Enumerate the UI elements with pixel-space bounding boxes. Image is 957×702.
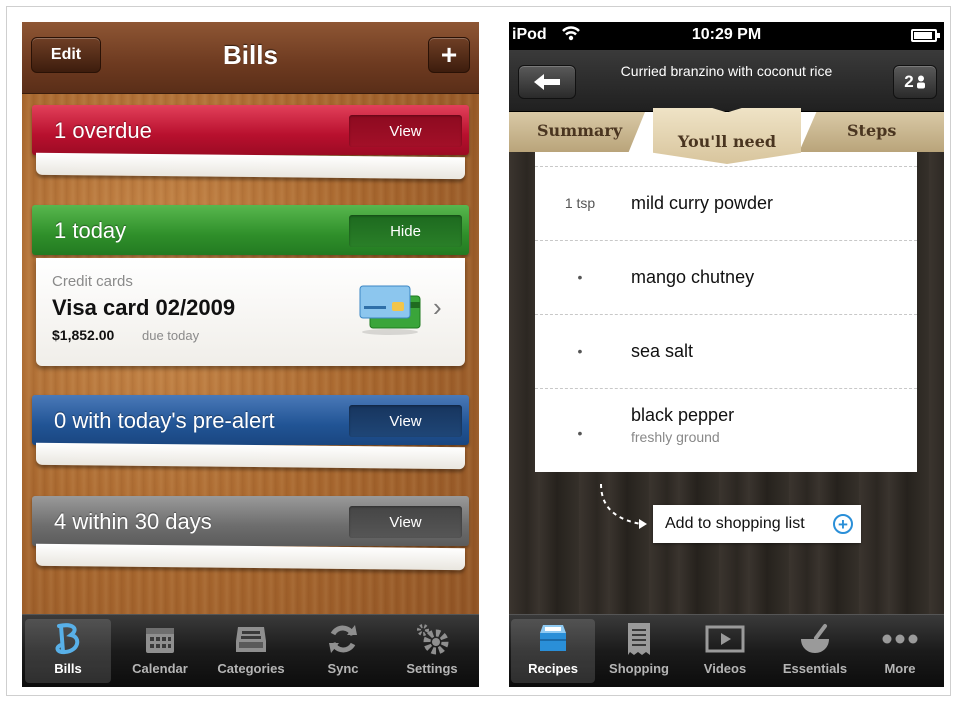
tab-calendar-label: Calendar — [132, 661, 188, 676]
status-time: 10:29 PM — [691, 26, 762, 43]
ingredient-name: mango chutney — [631, 267, 755, 287]
tab-essentials[interactable]: Essentials — [773, 619, 857, 683]
add-circle-icon: + — [833, 514, 853, 534]
bills-tab-bar: Bills Calendar Categories Sync Settings — [22, 614, 479, 687]
inbox-icon — [208, 619, 294, 659]
list-item[interactable]: • black pepper freshly ground — [535, 389, 917, 463]
list-item[interactable]: • sea salt — [535, 315, 917, 389]
30days-view-button[interactable]: View — [349, 506, 462, 538]
battery-icon — [911, 29, 940, 42]
bill-name: Visa card 02/2009 — [52, 295, 236, 320]
list-item[interactable]: • mango chutney — [535, 241, 917, 315]
tab-sync-label: Sync — [327, 661, 359, 676]
add-bill-button[interactable]: + — [428, 37, 470, 73]
credit-cards-icon — [359, 285, 421, 335]
section-prealert-paper — [36, 442, 465, 470]
ingredients-list: 1 tsp mild curry powder • mango chutney … — [535, 112, 917, 472]
tab-sync[interactable]: Sync — [300, 619, 386, 683]
today-hide-button[interactable]: Hide — [349, 215, 462, 247]
bill-amount: $1,852.00 — [52, 327, 115, 343]
back-button[interactable] — [518, 65, 576, 99]
add-to-shopping-list-label: Add to shopping list — [665, 515, 805, 532]
bills-icon — [25, 619, 111, 659]
tab-shopping-label: Shopping — [609, 661, 669, 676]
add-to-shopping-list-button[interactable]: Add to shopping list + — [653, 505, 861, 543]
list-item[interactable]: 1 tsp mild curry powder — [535, 167, 917, 241]
dashed-arrow-icon — [600, 483, 647, 529]
ingredient-note: freshly ground — [631, 429, 720, 445]
section-30days: 4 within 30 days View — [32, 496, 469, 546]
person-icon — [916, 75, 925, 89]
recipe-title: Curried branzino with coconut rice — [620, 63, 833, 79]
recipes-icon — [511, 619, 595, 659]
recipe-tabs: Summary Steps You'll need — [509, 108, 944, 164]
tab-bills[interactable]: Bills — [25, 619, 111, 683]
bill-row[interactable]: Credit cards Visa card 02/2009 $1,852.00… — [36, 258, 465, 366]
section-overdue: 1 overdue View — [32, 105, 469, 155]
ingredient-quantity: • — [577, 343, 583, 359]
section-prealert-label: 0 with today's pre-alert — [54, 408, 275, 433]
section-today-label: 1 today — [54, 218, 127, 243]
tab-more[interactable]: More — [858, 619, 942, 683]
ingredient-quantity: • — [577, 269, 583, 285]
ingredient-name: mild curry powder — [631, 193, 774, 213]
ingredient-quantity: • — [577, 425, 583, 441]
tab-videos-label: Videos — [703, 661, 747, 676]
recipe-tab-bar: Recipes Shopping Videos Essentials More — [509, 614, 944, 687]
servings-button[interactable]: 2 — [893, 65, 937, 99]
ingredient-name: black pepper — [631, 405, 735, 425]
calendar-icon — [117, 619, 203, 659]
bills-nav-bar: Edit Bills + — [22, 22, 479, 94]
tab-summary[interactable]: Summary — [509, 112, 645, 152]
more-icon — [858, 619, 942, 659]
page-title: Bills — [223, 40, 278, 70]
overdue-view-button[interactable]: View — [349, 115, 462, 147]
section-overdue-paper — [36, 152, 465, 180]
tab-settings[interactable]: Settings — [389, 619, 475, 683]
tab-shopping[interactable]: Shopping — [597, 619, 681, 683]
chevron-right-icon: › — [433, 292, 442, 322]
mortar-pestle-icon — [773, 619, 857, 659]
bill-due-status: due today — [142, 328, 200, 343]
bill-category: Credit cards — [52, 273, 133, 290]
tab-recipes-label: Recipes — [528, 661, 578, 676]
section-30days-paper — [36, 543, 465, 571]
video-icon — [683, 619, 767, 659]
gear-icon — [389, 619, 475, 659]
section-30days-label: 4 within 30 days — [54, 509, 212, 534]
tab-categories[interactable]: Categories — [208, 619, 294, 683]
bills-app-screen: Edit Bills + 1 overdue View 1 today Hide… — [22, 22, 479, 687]
status-bar: iPod 10:29 PM — [509, 22, 944, 50]
tab-more-label: More — [884, 661, 916, 676]
sync-icon — [300, 619, 386, 659]
receipt-icon — [597, 619, 681, 659]
tab-calendar[interactable]: Calendar — [117, 619, 203, 683]
servings-count: 2 — [904, 72, 914, 91]
tab-settings-label: Settings — [406, 661, 458, 676]
section-overdue-label: 1 overdue — [54, 118, 152, 143]
recipe-app-screen: iPod 10:29 PM Curried branzino with coco… — [509, 22, 944, 687]
ingredient-quantity: 1 tsp — [564, 195, 596, 211]
section-today: 1 today Hide — [32, 205, 469, 255]
tab-videos[interactable]: Videos — [683, 619, 767, 683]
back-arrow-icon — [534, 74, 560, 90]
tab-recipes[interactable]: Recipes — [511, 619, 595, 683]
tab-bills-label: Bills — [54, 661, 82, 676]
ingredient-name: sea salt — [631, 341, 694, 361]
tab-steps[interactable]: Steps — [799, 112, 944, 152]
prealert-view-button[interactable]: View — [349, 405, 462, 437]
section-prealert: 0 with today's pre-alert View — [32, 395, 469, 445]
tab-essentials-label: Essentials — [782, 661, 848, 676]
tab-youll-need[interactable]: You'll need — [653, 108, 801, 164]
tab-categories-label: Categories — [217, 661, 285, 676]
